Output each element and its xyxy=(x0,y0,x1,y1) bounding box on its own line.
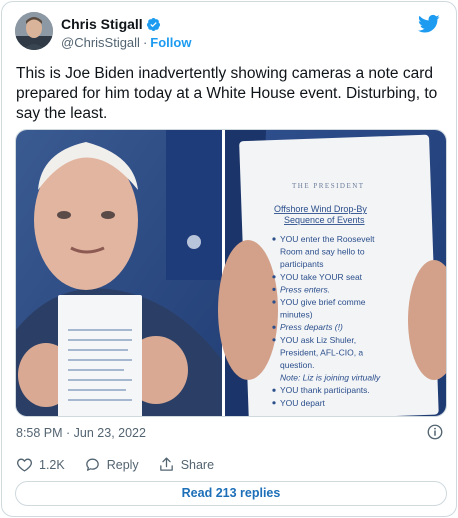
card-item-text: YOU depart xyxy=(280,398,326,408)
card-bullet xyxy=(272,338,276,342)
tweet-timestamp[interactable]: 8:58 PM · Jun 23, 2022 xyxy=(16,426,146,440)
reply-bubble-icon xyxy=(85,458,99,471)
card-bullet xyxy=(272,275,276,279)
info-icon[interactable] xyxy=(426,423,444,441)
card-item-text: YOU give brief comme xyxy=(280,297,366,307)
card-header: THE PRESIDENT xyxy=(292,182,365,190)
card-bullet xyxy=(272,325,276,329)
card-item-text: Room and say hello to xyxy=(280,247,365,257)
verified-badge-icon xyxy=(146,17,161,32)
card-item-text: YOU thank participants. xyxy=(280,385,370,395)
action-bar: 1.2K Reply Share xyxy=(16,456,233,473)
share-icon xyxy=(159,457,173,471)
card-item-text: YOU enter the Roosevelt xyxy=(280,234,375,244)
read-replies-button[interactable]: Read 213 replies xyxy=(15,481,447,506)
handle-row: @ChrisStigall · Follow xyxy=(61,35,191,50)
tweet-header: Chris Stigall @ChrisStigall · Follow xyxy=(15,12,444,52)
card-bullet xyxy=(272,401,276,405)
heart-icon xyxy=(17,458,32,472)
card-item-text: Note: Liz is joining virtually xyxy=(280,373,381,383)
card-item-text: minutes) xyxy=(280,310,313,320)
card-bullet xyxy=(272,388,276,392)
photo-composite: THE PRESIDENT Offshore Wind Drop-By Sequ… xyxy=(16,130,446,416)
share-button[interactable]: Share xyxy=(158,456,214,473)
author-name[interactable]: Chris Stigall xyxy=(61,16,143,32)
tweet-text: This is Joe Biden inadvertently showing … xyxy=(16,65,438,122)
card-bullet xyxy=(272,287,276,291)
card-item-text: YOU ask Liz Shuler, xyxy=(280,335,356,345)
like-count: 1.2K xyxy=(39,457,65,472)
avatar[interactable] xyxy=(15,12,53,50)
reply-button[interactable]: Reply xyxy=(84,456,139,473)
separator-dot: · xyxy=(142,35,148,50)
card-title-line2: Sequence of Events xyxy=(284,215,365,225)
card-title-line1: Offshore Wind Drop-By xyxy=(274,204,367,214)
card-item-text: question. xyxy=(280,360,315,370)
card-item-text: Press enters. xyxy=(280,284,330,294)
like-button[interactable]: 1.2K xyxy=(16,456,65,473)
tweet-photo[interactable]: THE PRESIDENT Offshore Wind Drop-By Sequ… xyxy=(15,129,447,417)
tweet-card: Chris Stigall @ChrisStigall · Follow This … xyxy=(1,1,457,517)
name-row: Chris Stigall xyxy=(61,16,161,32)
follow-button[interactable]: Follow xyxy=(150,35,191,50)
card-item-text: President, AFL-CIO, a xyxy=(280,347,363,357)
reply-label: Reply xyxy=(106,457,139,472)
card-item-text: participants xyxy=(280,259,323,269)
card-bullet xyxy=(272,300,276,304)
author-handle[interactable]: @ChrisStigall xyxy=(61,35,140,50)
card-item-text: Press departs (!) xyxy=(280,322,343,332)
twitter-bird-icon[interactable] xyxy=(418,14,440,34)
share-label: Share xyxy=(180,457,215,472)
card-bullet xyxy=(272,237,276,241)
card-item-text: YOU take YOUR seat xyxy=(280,272,363,282)
